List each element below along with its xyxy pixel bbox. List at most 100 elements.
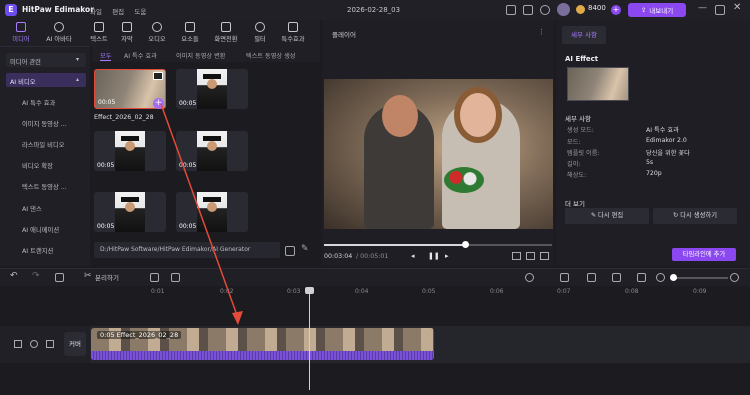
- detail-value: 5s: [646, 159, 654, 166]
- fullscreen-icon[interactable]: [540, 252, 549, 260]
- zoom-slider-handle[interactable]: [670, 274, 677, 281]
- close-icon[interactable]: ✕: [733, 2, 741, 13]
- effects-icon: [288, 22, 298, 32]
- cover-button[interactable]: 커버: [64, 332, 86, 356]
- filter-icon: [255, 22, 265, 32]
- maximize-icon[interactable]: [715, 5, 725, 15]
- pause-icon[interactable]: ❚❚: [428, 252, 440, 260]
- more-options-icon[interactable]: ⋮: [538, 28, 545, 36]
- sidebar-item-text-to-video[interactable]: 텍스트 동영상 ...: [22, 182, 67, 191]
- tool-filters[interactable]: 필터: [243, 22, 277, 43]
- avatar-icon: [54, 22, 64, 32]
- tab-all[interactable]: 모두: [100, 51, 112, 61]
- sidebar-item-ai-animation[interactable]: AI 애니메이션: [22, 225, 59, 234]
- sidebar-item-ai-dance[interactable]: AI 댄스: [22, 204, 42, 213]
- snapshot-icon[interactable]: [512, 252, 521, 260]
- chevron-up-icon: ▴: [76, 76, 80, 83]
- sidebar-item-ai-effects[interactable]: AI 특수 효과: [22, 98, 55, 107]
- regenerate-button[interactable]: ↻ 다시 생성하기: [653, 208, 737, 224]
- folder-icon[interactable]: [285, 246, 295, 256]
- next-frame-icon[interactable]: ▸: [445, 252, 449, 260]
- edit-path-icon[interactable]: ✎: [301, 244, 309, 254]
- thumbnail-name: Effect_2026_02_28: [94, 114, 154, 121]
- zoom-in-icon[interactable]: [730, 273, 739, 282]
- sidebar-item-video-extend[interactable]: 비디오 확장: [22, 161, 53, 170]
- transition-icon: [221, 22, 231, 32]
- tab-ai-effects[interactable]: AI 특수 효과: [124, 51, 157, 60]
- media-thumbnail[interactable]: 00:05: [176, 69, 248, 109]
- fit-icon[interactable]: [612, 273, 621, 282]
- media-thumbnail[interactable]: 00:05: [176, 131, 248, 171]
- split-audio-icon[interactable]: [587, 273, 596, 282]
- speaker-icon[interactable]: [46, 340, 54, 348]
- detail-key: 길이:: [567, 161, 581, 168]
- ruler-tick: 0:06: [490, 288, 504, 295]
- timeline-ruler[interactable]: [90, 286, 750, 300]
- link-icon[interactable]: [560, 273, 569, 282]
- ai-badge-icon: [153, 72, 163, 80]
- timeline-clip[interactable]: 0:05 Effect_2026_02_28: [91, 328, 434, 360]
- monitor-icon[interactable]: [506, 5, 516, 15]
- total-time: / 00:05:01: [356, 253, 389, 260]
- effect-thumbnail: [567, 67, 629, 101]
- add-credits-icon[interactable]: +: [611, 5, 621, 15]
- tool-audio[interactable]: 오디오: [140, 22, 174, 43]
- more-section-title: 더 보기: [565, 200, 586, 208]
- media-thumbnail[interactable]: 00:05: [94, 131, 166, 171]
- zoom-out-icon[interactable]: [656, 273, 665, 282]
- split-label[interactable]: 분리하기: [95, 272, 119, 282]
- shield-icon[interactable]: [150, 273, 159, 282]
- music-icon: [152, 22, 162, 32]
- magnet-icon[interactable]: [637, 273, 646, 282]
- sidebar-item-image-to-video[interactable]: 이미지 동영상 ...: [22, 119, 67, 128]
- media-icon: [16, 22, 26, 32]
- export-button[interactable]: ⇪ 내보내기: [628, 3, 686, 17]
- microphone-icon[interactable]: [525, 273, 534, 282]
- output-path[interactable]: D:/HitPaw Software/HitPaw Edimakor/AI Ge…: [94, 242, 280, 258]
- keyboard-icon[interactable]: [523, 5, 533, 15]
- menu-file[interactable]: 파일: [90, 8, 102, 16]
- undo-icon[interactable]: ↶: [10, 271, 18, 281]
- tool-subtitle[interactable]: 자막: [110, 22, 144, 43]
- menu-edit[interactable]: 편집: [112, 8, 124, 16]
- prev-frame-icon[interactable]: ◂: [411, 252, 415, 260]
- project-name: 2026-02-28_03: [347, 6, 401, 14]
- zoom-slider[interactable]: [670, 277, 728, 279]
- tab-text-to-video[interactable]: 텍스트 동영상 생성: [246, 51, 295, 60]
- tool-media[interactable]: 미디어: [4, 22, 38, 43]
- minimize-icon[interactable]: —: [698, 3, 707, 13]
- chevron-down-icon: ▾: [76, 56, 80, 63]
- tool-elements[interactable]: 요소들: [173, 22, 207, 43]
- tool-transitions[interactable]: 화면전환: [209, 22, 243, 43]
- aspect-ratio-icon[interactable]: [526, 252, 535, 260]
- sidebar-item-ai-transition[interactable]: AI 트랜지션: [22, 246, 53, 255]
- ruler-tick: 0:01: [151, 288, 165, 295]
- clip-label: 0:05 Effect_2026_02_28: [97, 331, 182, 339]
- video-preview[interactable]: [324, 79, 553, 229]
- track-layer-icon[interactable]: [14, 340, 22, 348]
- detail-key: 해상도:: [567, 172, 587, 179]
- playback-scrubber[interactable]: [324, 241, 552, 248]
- add-to-timeline-icon[interactable]: +: [153, 98, 164, 109]
- sidebar-item-smile-video[interactable]: 라스마일 비디오: [22, 140, 65, 149]
- redo-icon[interactable]: ↷: [32, 271, 40, 281]
- edit-again-button[interactable]: ✎ 다시 편집: [565, 208, 649, 224]
- scissors-icon[interactable]: ✂: [84, 271, 92, 281]
- media-thumbnail[interactable]: 00:05: [94, 192, 166, 232]
- avatar[interactable]: [557, 3, 570, 16]
- text-style-icon[interactable]: [171, 273, 180, 282]
- tab-details[interactable]: 세부 사항: [562, 26, 606, 44]
- ruler-tick: 0:07: [557, 288, 571, 295]
- tool-ai-avatar[interactable]: AI 아바타: [42, 22, 76, 43]
- current-time: 00:03:04: [324, 253, 353, 260]
- tab-image-to-video[interactable]: 이미지 동영상 변환: [176, 51, 225, 60]
- media-thumbnail[interactable]: 00:05: [176, 192, 248, 232]
- tool-effects[interactable]: 특수효과: [276, 22, 310, 43]
- scrubber-handle[interactable]: [462, 241, 469, 248]
- delete-icon[interactable]: [55, 273, 64, 282]
- eye-icon[interactable]: [30, 340, 38, 348]
- playhead[interactable]: [309, 288, 310, 390]
- help-icon[interactable]: [540, 5, 550, 15]
- add-to-timeline-button[interactable]: 타임라인에 추가: [672, 248, 736, 261]
- menu-help[interactable]: 도움: [134, 8, 146, 16]
